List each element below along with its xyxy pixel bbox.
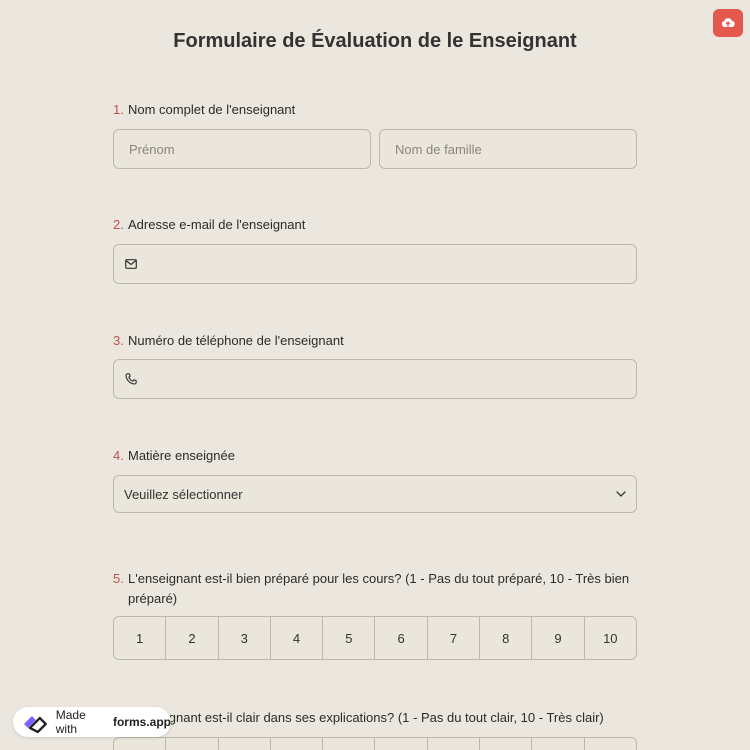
last-name-placeholder: Nom de famille [395, 141, 482, 157]
rating-option-5[interactable]: 5 [323, 617, 376, 659]
rating-option-5[interactable]: 5 [323, 738, 376, 750]
question-1-label: 1. Nom complet de l'enseignant [113, 100, 637, 120]
badge-brand: forms.app [112, 715, 171, 729]
made-with-badge[interactable]: Made with forms.app [13, 707, 171, 737]
rating-option-3[interactable]: 3 [219, 617, 271, 659]
rating-option-9[interactable]: 9 [532, 738, 585, 750]
mail-icon [125, 259, 137, 269]
rating-option-4[interactable]: 4 [271, 617, 324, 659]
question-text: Matière enseignée [128, 448, 235, 463]
email-input[interactable] [113, 244, 637, 284]
question-text: L'enseignant est-il bien préparé pour le… [128, 571, 630, 606]
question-number: 4. [113, 448, 124, 463]
question-text: Numéro de téléphone de l'enseignant [128, 333, 344, 348]
subject-select-value: Veuillez sélectionner [124, 486, 243, 502]
question-number: 5. [113, 571, 124, 586]
question-4-label: 4. Matière enseignée [113, 446, 637, 466]
rating-option-2[interactable]: 2 [166, 738, 219, 750]
save-button[interactable] [713, 9, 743, 37]
rating-scale-preparation: 1 2 3 4 5 6 7 8 9 10 [113, 616, 637, 660]
rating-option-1[interactable]: 1 [114, 738, 167, 750]
rating-option-2[interactable]: 2 [166, 617, 219, 659]
rating-option-8[interactable]: 8 [480, 738, 533, 750]
forms-app-logo-icon [23, 716, 47, 734]
rating-option-6[interactable]: 6 [375, 617, 428, 659]
rating-option-8[interactable]: 8 [480, 617, 533, 659]
question-number: 1. [113, 102, 124, 117]
question-2-label: 2. Adresse e-mail de l'enseignant [113, 215, 637, 235]
cloud-upload-icon [721, 18, 735, 28]
question-text: Nom complet de l'enseignant [128, 102, 296, 117]
rating-scale-clarity: 1 2 3 4 5 6 7 8 9 10 [113, 737, 637, 750]
rating-option-7[interactable]: 7 [428, 617, 481, 659]
rating-option-4[interactable]: 4 [271, 738, 324, 750]
question-number: 3. [113, 333, 124, 348]
question-number: 2. [113, 217, 124, 232]
question-5-label: 5. L'enseignant est-il bien préparé pour… [113, 569, 637, 609]
rating-option-10[interactable]: 10 [585, 738, 636, 750]
question-text: L'enseignant est-il clair dans ses expli… [128, 710, 604, 725]
question-6-label: 6. L'enseignant est-il clair dans ses ex… [113, 708, 637, 728]
question-text: Adresse e-mail de l'enseignant [128, 217, 306, 232]
badge-prefix: Made with [55, 708, 86, 736]
phone-input[interactable] [113, 359, 637, 399]
first-name-input[interactable]: Prénom [113, 129, 371, 169]
rating-option-9[interactable]: 9 [532, 617, 585, 659]
rating-option-6[interactable]: 6 [375, 738, 428, 750]
rating-option-1[interactable]: 1 [114, 617, 167, 659]
phone-icon [125, 373, 137, 385]
last-name-input[interactable]: Nom de famille [379, 129, 637, 169]
question-3-label: 3. Numéro de téléphone de l'enseignant [113, 331, 637, 351]
rating-option-3[interactable]: 3 [219, 738, 271, 750]
first-name-placeholder: Prénom [129, 141, 175, 157]
subject-select[interactable]: Veuillez sélectionner [113, 475, 637, 513]
page-title: Formulaire de Évaluation de le Enseignan… [173, 30, 577, 52]
rating-option-10[interactable]: 10 [585, 617, 636, 659]
rating-option-7[interactable]: 7 [428, 738, 481, 750]
chevron-down-icon [616, 491, 626, 497]
